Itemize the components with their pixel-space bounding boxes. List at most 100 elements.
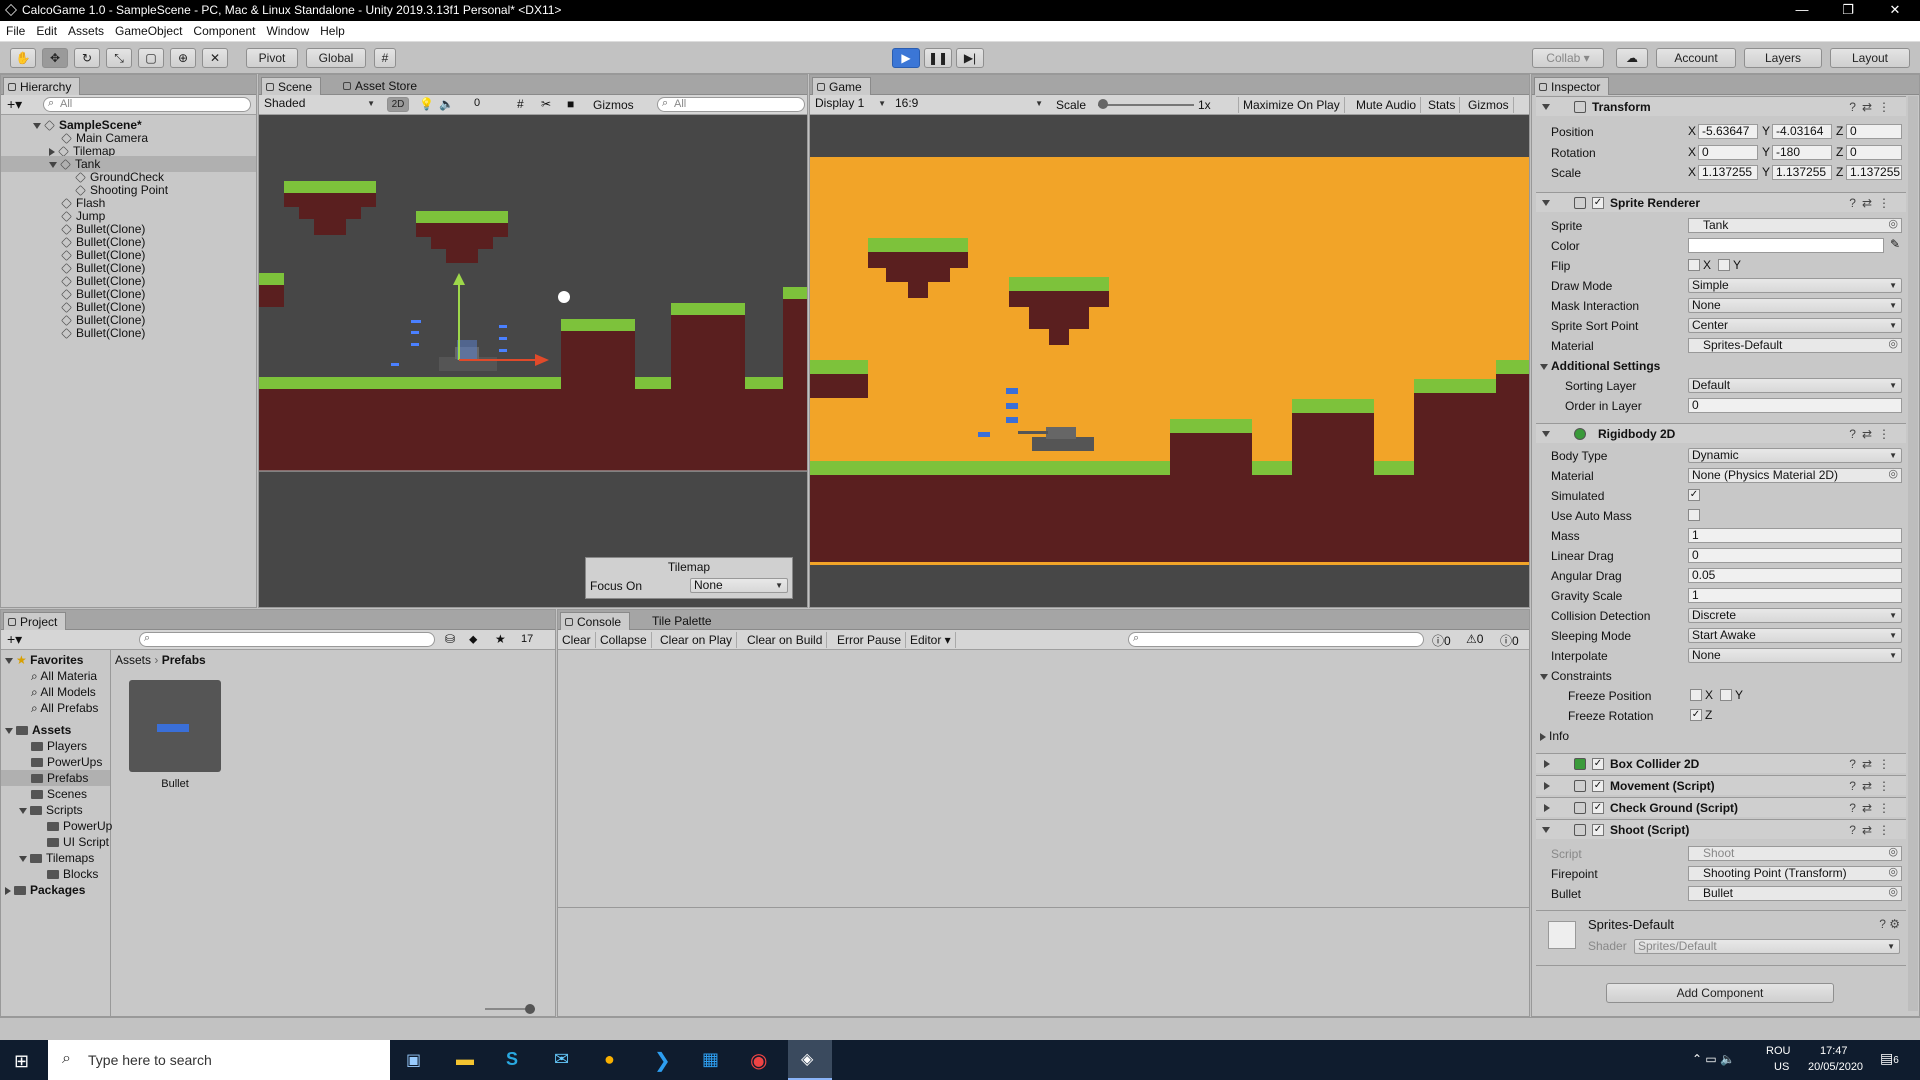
skype-icon[interactable]: S <box>506 1049 518 1070</box>
clear-on-build-toggle[interactable]: Clear on Build <box>743 632 828 648</box>
expand-icon[interactable] <box>49 161 57 168</box>
breadcrumb-prefabs[interactable]: Prefabs <box>162 653 206 667</box>
flip-x-checkbox[interactable] <box>1688 259 1700 271</box>
expand-icon[interactable] <box>1544 782 1550 790</box>
pause-button[interactable]: ❚❚ <box>924 48 952 68</box>
interpolate-dropdown[interactable]: None <box>1688 648 1902 663</box>
gravity-scale-field[interactable]: 1 <box>1688 588 1902 603</box>
sort-point-dropdown[interactable]: Center <box>1688 318 1902 333</box>
list-item[interactable]: Blocks <box>47 866 98 882</box>
expand-icon[interactable] <box>1540 732 1546 741</box>
hidden-packages-count[interactable]: 17 <box>521 633 533 645</box>
rotation-x-field[interactable]: 0 <box>1698 145 1758 160</box>
component-tools-icon[interactable]: ?⇄⋮ <box>1849 424 1896 444</box>
snap-icon[interactable]: # <box>374 48 396 68</box>
clear-button[interactable]: Clear <box>558 632 596 648</box>
expand-icon[interactable] <box>33 122 41 129</box>
grid-toggle-icon[interactable]: # <box>517 97 524 111</box>
expand-icon[interactable] <box>1544 760 1550 768</box>
display-dropdown[interactable]: Display 1 <box>812 97 890 112</box>
collab-dropdown[interactable]: Collab ▾ <box>1532 48 1604 68</box>
step-button[interactable]: ▶| <box>956 48 984 68</box>
pivot-toggle[interactable]: Pivot <box>246 48 298 68</box>
gizmos-dropdown[interactable]: Gizmos <box>593 98 634 112</box>
enabled-checkbox[interactable]: ✓ <box>1592 758 1604 770</box>
menu-edit[interactable]: Edit <box>30 21 57 38</box>
expand-icon[interactable] <box>5 886 11 895</box>
bullet-field[interactable]: Bullet <box>1688 886 1902 901</box>
scale-slider[interactable] <box>1098 99 1194 109</box>
warning-count[interactable]: ⚠0 <box>1466 632 1483 646</box>
mask-interaction-dropdown[interactable]: None <box>1688 298 1902 313</box>
freeze-pos-x-checkbox[interactable] <box>1690 689 1702 701</box>
menu-window[interactable]: Window <box>260 21 309 38</box>
inspector-scrollbar[interactable] <box>1908 96 1918 1011</box>
expand-icon[interactable] <box>1544 804 1550 812</box>
error-pause-toggle[interactable]: Error Pause <box>833 632 907 648</box>
sprite-field[interactable]: Tank <box>1688 218 1902 233</box>
packages-root[interactable]: Packages <box>5 882 85 898</box>
component-tools-icon[interactable]: ?⇄⋮ <box>1849 820 1896 840</box>
list-item[interactable]: Scenes <box>31 786 87 802</box>
play-button[interactable]: ▶ <box>892 48 920 68</box>
additional-settings-foldout[interactable]: Additional Settings <box>1540 358 1660 374</box>
stats-toggle[interactable]: Stats <box>1424 97 1461 113</box>
firepoint-field[interactable]: Shooting Point (Transform) <box>1688 866 1902 881</box>
tab-tile-palette[interactable]: Tile Palette <box>636 612 720 630</box>
menu-assets[interactable]: Assets <box>62 21 104 38</box>
movement-script-header[interactable]: ✓ Movement (Script) ?⇄⋮ <box>1536 775 1906 795</box>
mute-audio-toggle[interactable]: Mute Audio <box>1352 97 1422 113</box>
focus-dropdown[interactable]: None <box>690 578 788 593</box>
hierarchy-search-input[interactable]: All <box>43 97 251 112</box>
expand-icon[interactable] <box>1542 104 1550 110</box>
console-search-input[interactable] <box>1128 632 1424 647</box>
help-icon[interactable]: ? ⚙ <box>1879 917 1900 931</box>
expand-icon[interactable] <box>19 855 27 862</box>
cloud-icon[interactable]: ☁ <box>1616 48 1648 68</box>
hand-tool-icon[interactable]: ✋ <box>10 48 36 68</box>
expand-icon[interactable] <box>19 807 27 814</box>
add-component-button[interactable]: Add Component <box>1606 983 1834 1003</box>
camera-icon[interactable]: ■ <box>567 97 574 111</box>
expand-icon[interactable] <box>5 727 13 734</box>
list-item[interactable]: Tilemaps <box>19 850 94 866</box>
expand-icon[interactable] <box>1540 673 1548 680</box>
audio-icon[interactable]: 🔈 <box>439 97 454 111</box>
mail-icon[interactable]: ✉ <box>554 1049 569 1070</box>
sprite-renderer-header[interactable]: ✓ Sprite Renderer ?⇄⋮ <box>1536 192 1906 212</box>
region-indicator[interactable]: US <box>1774 1061 1789 1073</box>
tab-asset-store[interactable]: Asset Store <box>339 77 425 95</box>
scale-tool-icon[interactable]: ⤡ <box>106 48 132 68</box>
simulated-checkbox[interactable]: ✓ <box>1688 489 1700 501</box>
collision-detection-dropdown[interactable]: Discrete <box>1688 608 1902 623</box>
taskbar-search-box[interactable]: ⌕ Type here to search <box>48 1040 390 1080</box>
list-item[interactable]: PowerUps <box>31 754 102 770</box>
move-tool-icon[interactable]: ✥ <box>42 48 68 68</box>
aspect-dropdown[interactable]: 16:9 <box>892 97 1047 112</box>
sorting-layer-dropdown[interactable]: Default <box>1688 378 1902 393</box>
weather-icon[interactable]: ● <box>604 1049 615 1070</box>
language-indicator[interactable]: ROU <box>1766 1045 1790 1057</box>
component-tools-icon[interactable]: ?⇄⋮ <box>1849 754 1896 774</box>
file-explorer-icon[interactable]: ▬ <box>456 1049 474 1070</box>
check-ground-script-header[interactable]: ✓ Check Ground (Script) ?⇄⋮ <box>1536 797 1906 817</box>
project-search-input[interactable] <box>139 632 435 647</box>
list-item[interactable]: Scripts <box>19 802 83 818</box>
menu-gameobject[interactable]: GameObject <box>109 21 182 38</box>
enabled-checkbox[interactable]: ✓ <box>1592 780 1604 792</box>
scale-x-field[interactable]: 1.137255 <box>1698 165 1758 180</box>
auto-mass-checkbox[interactable] <box>1688 509 1700 521</box>
clock-date[interactable]: 20/05/2020 <box>1808 1061 1863 1073</box>
box-collider-header[interactable]: ✓ Box Collider 2D ?⇄⋮ <box>1536 753 1906 773</box>
rect-tool-icon[interactable]: ▢ <box>138 48 164 68</box>
transform-tool-icon[interactable]: ⊕ <box>170 48 196 68</box>
sleeping-mode-dropdown[interactable]: Start Awake <box>1688 628 1902 643</box>
expand-icon[interactable] <box>1542 431 1550 437</box>
list-item[interactable]: ⌕ All Models <box>31 684 96 700</box>
menu-file[interactable]: File <box>0 21 25 38</box>
component-tools-icon[interactable]: ?⇄⋮ <box>1849 193 1896 213</box>
menu-help[interactable]: Help <box>314 21 345 38</box>
body-type-dropdown[interactable]: Dynamic <box>1688 448 1902 463</box>
minimize-button[interactable]: — <box>1792 2 1812 17</box>
custom-tool-icon[interactable]: ✕ <box>202 48 228 68</box>
